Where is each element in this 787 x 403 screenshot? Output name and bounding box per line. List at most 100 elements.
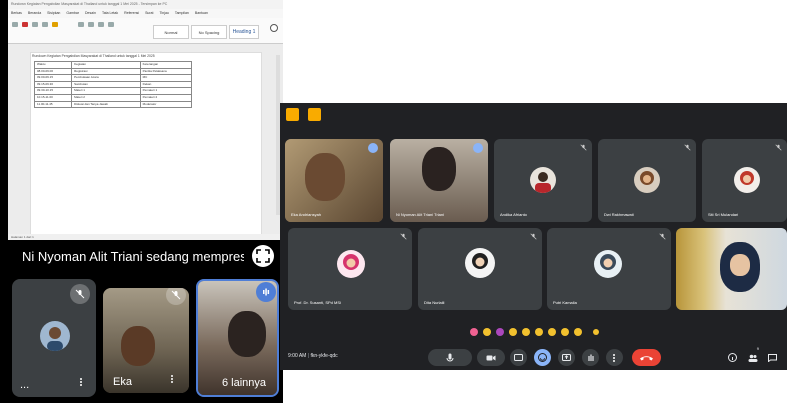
participant-name: Putri Kamalia	[553, 300, 577, 305]
avatar	[734, 167, 760, 193]
search-icon[interactable]	[270, 24, 278, 32]
avatar	[634, 167, 660, 193]
table-row: 09.30-10.15 Materi 1 Pemateri 1	[33, 87, 193, 95]
fullscreen-button[interactable]	[252, 245, 274, 267]
participant-tile[interactable]: Siti Sri Mulandari	[702, 139, 787, 222]
participant-name: ...	[20, 379, 30, 391]
table-row: 09.00-09.15 Pembukaan Acara MC	[33, 74, 193, 82]
mic-off-icon	[775, 144, 782, 151]
app-icon[interactable]	[286, 108, 299, 121]
mic-off-icon	[659, 233, 666, 240]
document-icon[interactable]	[308, 108, 321, 121]
participant-tile-self[interactable]: ...	[12, 279, 96, 397]
participant-tile[interactable]: Dwi Rakhmawati	[598, 139, 696, 222]
participant-tile[interactable]: Ni Nyoman Alit Triani Triani	[390, 139, 488, 222]
table-row: 09.15-09.30 Sambutan Dekan	[33, 80, 193, 89]
align-left-icon[interactable]	[78, 22, 84, 27]
rundown-table: Waktu Kegiatan Keterangan 08.00-09.00 Regis…	[33, 61, 193, 109]
table-row: 08.00-09.00 Registrasi Panitia Pelaksana	[33, 67, 193, 76]
menu-item[interactable]: Referensi	[124, 11, 139, 16]
menu-item[interactable]: Tampilan	[175, 11, 189, 16]
participant-tile-eka[interactable]: Eka	[103, 288, 189, 393]
table-row: Waktu Kegiatan Keterangan	[33, 61, 193, 69]
smile-icon	[538, 353, 547, 362]
camera-icon	[486, 355, 496, 360]
menu-item[interactable]: Berkas	[11, 11, 22, 16]
chat-button[interactable]	[764, 349, 781, 366]
menu-item[interactable]: Beranda	[28, 11, 41, 16]
info-icon	[728, 353, 737, 362]
present-button[interactable]	[558, 349, 575, 366]
more-options-button[interactable]	[606, 349, 623, 366]
paste-icon[interactable]	[12, 22, 18, 27]
fullscreen-icon	[256, 249, 270, 263]
participant-count-badge: 9	[756, 346, 759, 351]
camera-button[interactable]	[477, 349, 505, 366]
mobile-meet-screen: Rundown Kegiatan Pengabdian Masyarakat d…	[0, 0, 283, 403]
microphone-icon	[446, 353, 454, 361]
others-count: 6 lainnya	[222, 377, 267, 389]
laugh-reaction-icon[interactable]	[522, 328, 530, 336]
meeting-info-button[interactable]	[724, 349, 741, 366]
thinking-reaction-icon[interactable]	[561, 328, 569, 336]
participant-name: Eka	[113, 376, 132, 388]
menu-item[interactable]: Bantuan	[195, 11, 208, 16]
clap-reaction-icon[interactable]	[509, 328, 517, 336]
participant-tile[interactable]	[676, 228, 787, 310]
more-options-icon[interactable]	[171, 374, 174, 386]
menu-item[interactable]: Gambar	[66, 11, 79, 16]
document-heading: Rundown Kegiatan Pengabdian Masyarakat d…	[32, 54, 155, 58]
menu-item[interactable]: Tinjau	[159, 11, 168, 16]
style-heading-1[interactable]: Heading 1	[229, 25, 259, 39]
participant-tile[interactable]: Putri Kamalia	[547, 228, 671, 310]
thumbs-up-reaction-icon[interactable]	[483, 328, 491, 336]
participant-tile[interactable]: Andika Afrianto	[494, 139, 592, 222]
presenting-label: Ni Nyoman Alit Triani sedang mempresenta…	[22, 248, 244, 264]
menu-item[interactable]: Sisipkan	[47, 11, 60, 16]
people-button[interactable]: 9	[744, 346, 761, 366]
raise-hand-button[interactable]	[582, 349, 599, 366]
highlight-icon[interactable]	[52, 22, 58, 27]
more-reactions-icon[interactable]	[593, 329, 599, 335]
participant-tile[interactable]: Dita Nurlaili	[418, 228, 542, 310]
end-call-button[interactable]	[632, 349, 661, 366]
document-ribbon: Normal No Spacing Heading 1	[8, 18, 283, 44]
table-row: 10.15-11.00 Materi 2 Pemateri 2	[33, 93, 193, 102]
crying-reaction-icon[interactable]	[548, 328, 556, 336]
heart-reaction-icon[interactable]	[470, 328, 478, 336]
participant-tile[interactable]: Eka Andriansyah	[285, 139, 383, 222]
font-color-icon[interactable]	[22, 22, 28, 27]
document-title-bar: Rundown Kegiatan Pengabdian Masyarakat d…	[8, 0, 283, 9]
meet-control-bar: 9:00 AM | fkn-ykfe-qdc 9	[280, 345, 787, 370]
emoji-reaction-button[interactable]	[534, 349, 551, 366]
participant-name: Eka Andriansyah	[291, 212, 322, 217]
participant-name: Dita Nurlaili	[424, 300, 445, 305]
bold-icon[interactable]	[32, 22, 38, 27]
party-reaction-icon[interactable]	[496, 328, 504, 336]
menu-item[interactable]: Desain	[85, 11, 96, 16]
style-no-spacing[interactable]: No Spacing	[191, 25, 227, 39]
microphone-button[interactable]	[428, 349, 472, 366]
align-center-icon[interactable]	[88, 22, 94, 27]
menu-item[interactable]: Surat	[145, 11, 153, 16]
avatar	[465, 248, 495, 278]
mic-off-icon	[70, 284, 90, 304]
bullets-icon[interactable]	[98, 22, 104, 27]
style-normal[interactable]: Normal	[153, 25, 189, 39]
captions-button[interactable]	[510, 349, 527, 366]
thumbs-down-reaction-icon[interactable]	[574, 328, 582, 336]
meeting-time: 9:00 AM	[288, 353, 307, 359]
speaking-indicator-icon	[473, 143, 483, 153]
participant-face	[121, 326, 155, 366]
avatar	[40, 321, 70, 351]
people-icon	[748, 354, 757, 362]
more-options-icon[interactable]	[80, 377, 83, 389]
participant-tile[interactable]: Prof. Dr. Susanti, SPd MSi	[288, 228, 412, 310]
surprised-reaction-icon[interactable]	[535, 328, 543, 336]
participant-name: Ni Nyoman Alit Triani Triani	[396, 212, 445, 217]
mic-off-icon	[684, 144, 691, 151]
numbering-icon[interactable]	[108, 22, 114, 27]
menu-item[interactable]: Tata Letak	[102, 11, 118, 16]
italic-icon[interactable]	[42, 22, 48, 27]
participant-tile-others[interactable]: 6 lainnya	[196, 279, 279, 397]
